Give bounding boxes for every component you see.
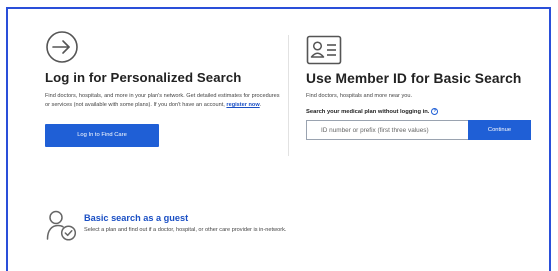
member-id-card: Use Member ID for Basic Search Find doct… bbox=[306, 35, 531, 140]
member-id-search: Continue bbox=[306, 120, 531, 140]
search-options-panel: Log in for Personalized Search Find doct… bbox=[6, 7, 551, 271]
guest-text: Basic search as a guest Select a plan an… bbox=[84, 213, 286, 233]
member-id-description: Find doctors, hospitals and more near yo… bbox=[306, 93, 413, 99]
user-check-icon bbox=[46, 210, 77, 241]
search-label: Search your medical plan without logging… bbox=[306, 108, 531, 115]
id-card-icon bbox=[306, 35, 342, 65]
question-circle-icon[interactable]: ? bbox=[431, 108, 439, 115]
login-button[interactable]: Log In to Find Care bbox=[45, 123, 159, 147]
register-link[interactable]: register now bbox=[226, 102, 259, 108]
login-title: Log in for Personalized Search bbox=[45, 70, 242, 85]
login-description: Find doctors, hospitals, and more in you… bbox=[45, 93, 280, 108]
guest-description: Select a plan and find out if a doctor, … bbox=[84, 227, 287, 233]
member-id-title: Use Member ID for Basic Search bbox=[306, 71, 522, 86]
continue-button[interactable]: Continue bbox=[468, 120, 531, 140]
guest-search-link[interactable]: Basic search as a guest bbox=[84, 213, 286, 223]
login-card: Log in for Personalized Search Find doct… bbox=[45, 30, 281, 147]
search-label-text: Search your medical plan without logging… bbox=[306, 108, 430, 115]
divider bbox=[288, 35, 289, 156]
arrow-right-circle-icon bbox=[46, 31, 78, 63]
member-id-input[interactable] bbox=[306, 120, 468, 140]
